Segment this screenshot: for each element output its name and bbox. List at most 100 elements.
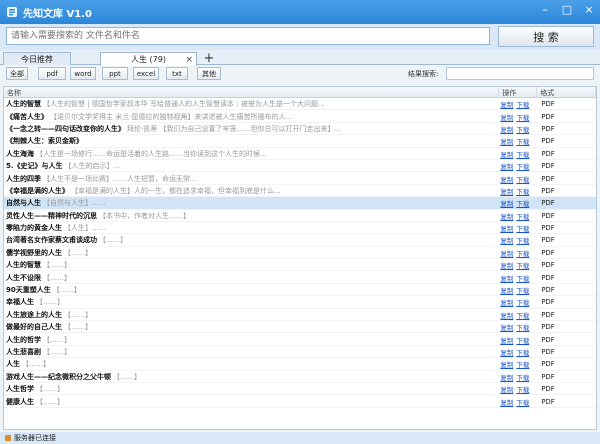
copy-link[interactable]: 复制 [500, 211, 513, 221]
table-row[interactable]: 90天重塑人生 【……】 复制 下载 PDF [4, 284, 596, 297]
filter-word-button[interactable]: word [70, 67, 96, 80]
download-link[interactable]: 下载 [516, 186, 529, 196]
download-link[interactable]: 下载 [516, 359, 529, 369]
copy-link[interactable]: 复制 [500, 161, 513, 171]
document-title[interactable]: 台湾著名女作家蔡文甫谈成功 [6, 235, 97, 245]
document-title[interactable]: 《荆棘人生：索贝金斯》 [6, 136, 83, 146]
document-title[interactable]: 人生的哲学 [6, 335, 41, 345]
document-title[interactable]: 儒学视野里的人生 [6, 248, 62, 258]
close-icon[interactable]: × [578, 0, 600, 18]
table-row[interactable]: 人生 【……】 复制 下载 PDF [4, 358, 596, 371]
table-row[interactable]: 《幸福是满的人生》 【幸福是满的人生】人的一生，都在追求幸福，但幸福到底是什么..… [4, 185, 596, 198]
document-title[interactable]: 90天重塑人生 [6, 285, 51, 295]
copy-link[interactable]: 复制 [500, 223, 513, 233]
table-row[interactable]: 做最好的自己人生 【……】 复制 下载 PDF [4, 321, 596, 334]
download-link[interactable]: 下载 [516, 273, 529, 283]
header-format[interactable]: 格式 [537, 87, 596, 98]
download-link[interactable]: 下载 [516, 384, 529, 394]
search-button[interactable]: 搜 索 [498, 26, 594, 47]
maximize-icon[interactable]: □ [556, 0, 578, 18]
document-title[interactable]: 人生哲学 [6, 384, 34, 394]
table-row[interactable]: 5.《史记》与人生 【人生的启示】... 复制 下载 PDF [4, 160, 596, 173]
table-row[interactable]: 台湾著名女作家蔡文甫谈成功 【……】 复制 下载 PDF [4, 234, 596, 247]
download-link[interactable]: 下载 [516, 223, 529, 233]
table-row[interactable]: 人生的哲学 【……】 复制 下载 PDF [4, 333, 596, 346]
copy-link[interactable]: 复制 [500, 99, 513, 109]
copy-link[interactable]: 复制 [500, 260, 513, 270]
document-title[interactable]: 人生旅途上的人生 [6, 310, 62, 320]
document-title[interactable]: 游戏人生——纪念微积分之父牛顿 [6, 372, 111, 382]
table-row[interactable]: 人生旅途上的人生 【……】 复制 下载 PDF [4, 309, 596, 322]
copy-link[interactable]: 复制 [500, 112, 513, 122]
download-link[interactable]: 下载 [516, 174, 529, 184]
table-row[interactable]: 自然与人生 【自然与人生】…… 复制 下载 PDF [4, 197, 596, 210]
copy-link[interactable]: 复制 [500, 372, 513, 382]
document-title[interactable]: 人生的四季 [6, 174, 41, 184]
download-link[interactable]: 下载 [516, 310, 529, 320]
tab-today-recommend[interactable]: 今日推荐 [3, 52, 71, 65]
download-link[interactable]: 下载 [516, 372, 529, 382]
add-tab-button[interactable]: + [201, 51, 217, 66]
header-actions[interactable]: 操作 [499, 87, 538, 98]
document-title[interactable]: 《幸福是满的人生》 [6, 186, 69, 196]
document-title[interactable]: 做最好的自己人生 [6, 322, 62, 332]
copy-link[interactable]: 复制 [500, 136, 513, 146]
download-link[interactable]: 下载 [516, 285, 529, 295]
document-title[interactable]: 灵性人生——精神时代的沉思 [6, 211, 97, 221]
filter-all-button[interactable]: 全部 [6, 67, 28, 80]
document-title[interactable]: 自然与人生 [6, 198, 41, 208]
document-title[interactable]: 幸福人生 [6, 297, 34, 307]
document-title[interactable]: 健康人生 [6, 397, 34, 407]
document-title[interactable]: 零陷力的黄金人生 [6, 223, 62, 233]
table-row[interactable]: 《痛苦人生》 【诺贝尔文学奖得主 米兰·昆德拉的独特视角】来讲述被人生痛苦所摆布的… [4, 110, 596, 123]
table-row[interactable]: 人生的智慧 【……】 复制 下载 PDF [4, 259, 596, 272]
download-link[interactable]: 下载 [516, 99, 529, 109]
copy-link[interactable]: 复制 [500, 198, 513, 208]
copy-link[interactable]: 复制 [500, 124, 513, 134]
download-link[interactable]: 下载 [516, 297, 529, 307]
filter-excel-button[interactable]: excel [133, 67, 159, 80]
copy-link[interactable]: 复制 [500, 359, 513, 369]
copy-link[interactable]: 复制 [500, 347, 513, 357]
document-title[interactable]: 人生的智慧 [6, 99, 41, 109]
table-row[interactable]: 人生海海 【人生是一场修行……命运是活着的人生路……当你读到这个人生的时候... 复… [4, 148, 596, 160]
table-row[interactable]: 灵性人生——精神时代的沉思 【本书中，作者对人生……】 复制 下载 PDF [4, 210, 596, 222]
copy-link[interactable]: 复制 [500, 235, 513, 245]
copy-link[interactable]: 复制 [500, 397, 513, 407]
table-row[interactable]: 人生哲学 【……】 复制 下载 PDF [4, 383, 596, 396]
search-input[interactable] [6, 27, 490, 45]
copy-link[interactable]: 复制 [500, 285, 513, 295]
table-row[interactable]: 游戏人生——纪念微积分之父牛顿 【……】 复制 下载 PDF [4, 371, 596, 383]
filter-txt-button[interactable]: txt [166, 67, 188, 80]
close-tab-icon[interactable]: × [185, 55, 193, 65]
document-title[interactable]: 5.《史记》与人生 [6, 161, 63, 171]
filter-other-button[interactable]: 其他 [197, 67, 221, 80]
download-link[interactable]: 下载 [516, 211, 529, 221]
table-row[interactable]: 人生悲喜剧 【……】 复制 下载 PDF [4, 346, 596, 359]
download-link[interactable]: 下载 [516, 124, 529, 134]
copy-link[interactable]: 复制 [500, 297, 513, 307]
copy-link[interactable]: 复制 [500, 174, 513, 184]
document-title[interactable]: 人生的智慧 [6, 260, 41, 270]
document-title[interactable]: 人生悲喜剧 [6, 347, 41, 357]
header-name[interactable]: 名称 [4, 87, 500, 98]
table-row[interactable]: 《一念之转——四句话改变你的人生》 拜伦·凯蒂 【我们为自己设置了牢笼……但你总可… [4, 123, 596, 136]
table-row[interactable]: 人生的四季 【人生不是一场比赛】……人生短暂，命运无常... 复制 下载 PDF [4, 172, 596, 185]
table-row[interactable]: 《荆棘人生：索贝金斯》 复制 下载 PDF [4, 135, 596, 148]
copy-link[interactable]: 复制 [500, 273, 513, 283]
document-title[interactable]: 人生不设限 [6, 273, 41, 283]
download-link[interactable]: 下载 [516, 347, 529, 357]
copy-link[interactable]: 复制 [500, 248, 513, 258]
copy-link[interactable]: 复制 [500, 310, 513, 320]
tab-life[interactable]: 人生 (79) × [100, 52, 197, 66]
table-row[interactable]: 人生的智慧 【人生的智慧 | 德国哲学家叔本华 写给普通人的人生智慧读本｜被誉为人… [4, 98, 596, 111]
table-row[interactable]: 健康人生 【……】 复制 下载 PDF [4, 395, 596, 408]
filter-ppt-button[interactable]: ppt [102, 67, 128, 80]
document-title[interactable]: 人生 [6, 359, 20, 369]
download-link[interactable]: 下载 [516, 248, 529, 258]
download-link[interactable]: 下载 [516, 260, 529, 270]
download-link[interactable]: 下载 [516, 149, 529, 159]
table-row[interactable]: 幸福人生 【……】 复制 下载 PDF [4, 296, 596, 309]
document-title[interactable]: 人生海海 [6, 149, 34, 159]
copy-link[interactable]: 复制 [500, 335, 513, 345]
